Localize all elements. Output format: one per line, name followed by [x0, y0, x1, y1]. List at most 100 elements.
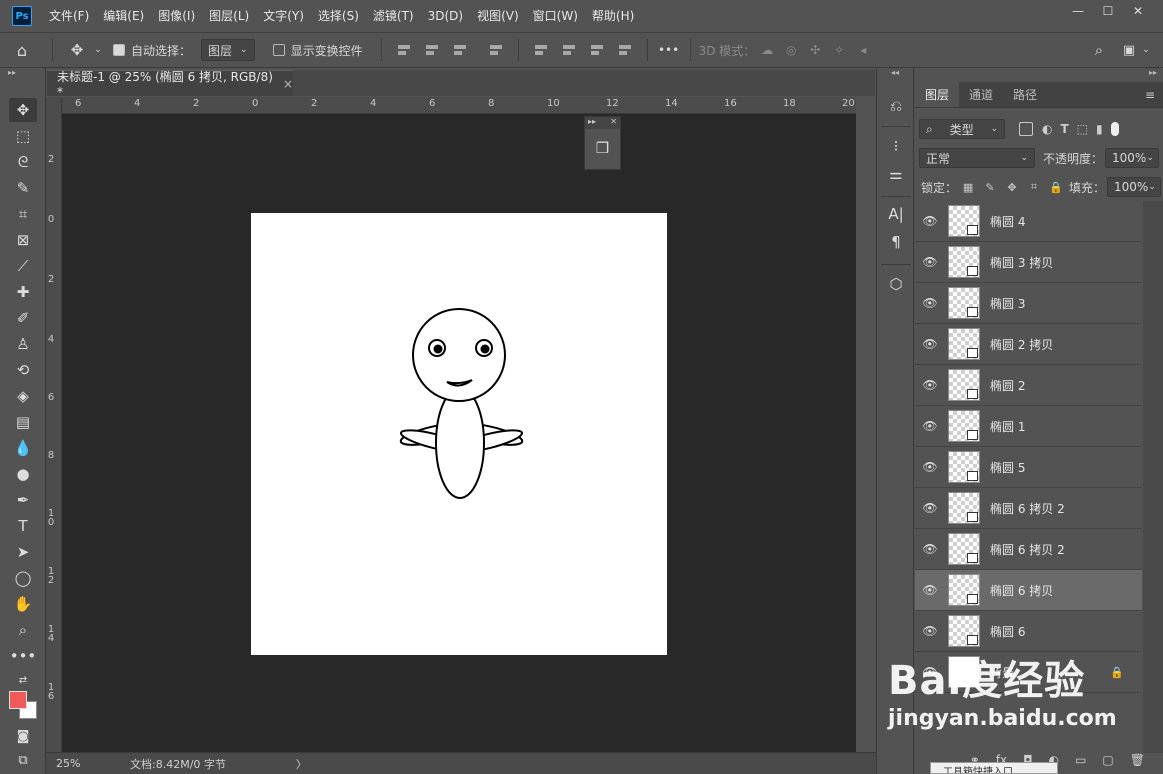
3d-pan-icon[interactable]: ✣: [803, 38, 827, 62]
filter-toggle-icon[interactable]: [1110, 122, 1119, 136]
smart-object-filter-icon[interactable]: ▮: [1096, 122, 1103, 136]
layer-name[interactable]: 椭圆 4: [990, 213, 1025, 230]
type-tool-icon[interactable]: T: [9, 514, 37, 538]
visibility-eye-icon[interactable]: 👁: [915, 255, 945, 269]
marquee-tool-icon[interactable]: ⬚: [9, 124, 37, 148]
document-tab[interactable]: 未标题-1 @ 25% (椭圆 6 拷贝, RGB/8) * ×: [47, 70, 293, 99]
layer-row[interactable]: 👁 椭圆 6 拷贝 2: [915, 488, 1142, 529]
visibility-eye-icon[interactable]: 👁: [915, 337, 945, 351]
auto-select-dropdown[interactable]: 图层 ⌄: [201, 39, 255, 61]
chevron-down-icon[interactable]: ⌄: [93, 38, 103, 62]
menu-view[interactable]: 视图(V): [470, 0, 526, 32]
path-select-tool-icon[interactable]: ➤: [9, 540, 37, 564]
shape-filter-icon[interactable]: ⬚: [1077, 122, 1088, 136]
crop-tool-icon[interactable]: ⌗: [9, 202, 37, 226]
3d-panel-icon[interactable]: ⬡: [883, 272, 909, 296]
menu-filter[interactable]: 滤镜(T): [366, 0, 421, 32]
layer-row[interactable]: 👁 椭圆 4: [915, 201, 1142, 242]
lock-all-icon[interactable]: 🔒: [1049, 180, 1063, 194]
layer-thumbnail[interactable]: [948, 205, 980, 237]
type-filter-icon[interactable]: T: [1060, 122, 1068, 136]
lock-pixels-icon[interactable]: ✎: [983, 180, 997, 194]
adjustment-filter-icon[interactable]: ◐: [1042, 122, 1052, 136]
edit-toolbar-icon[interactable]: •••: [9, 644, 37, 668]
adjustments-icon[interactable]: ⚌: [883, 162, 909, 186]
fill-input[interactable]: 100% ⌄: [1107, 177, 1162, 197]
dodge-tool-icon[interactable]: ●: [9, 462, 37, 486]
layer-name[interactable]: 椭圆 6: [990, 623, 1025, 640]
layer-name[interactable]: 椭圆 6 拷贝: [990, 582, 1053, 599]
menu-edit[interactable]: 编辑(E): [96, 0, 151, 32]
blend-mode-dropdown[interactable]: 正常 ⌄: [919, 148, 1035, 168]
minimize-button[interactable]: —: [1063, 0, 1093, 22]
visibility-eye-icon[interactable]: 👁: [915, 378, 945, 392]
horizontal-ruler[interactable]: 6 4 2 0 2 4 6 8 10 12 14 16 18 20: [62, 97, 856, 114]
history-panel-icon[interactable]: ⎌: [883, 94, 909, 118]
layer-row[interactable]: 👁 椭圆 1: [915, 406, 1142, 447]
paragraph-panel-icon[interactable]: ¶: [883, 230, 909, 254]
distribute-vertical-icon[interactable]: [617, 42, 633, 58]
foreground-color-swatch[interactable]: [9, 691, 27, 709]
layer-thumbnail[interactable]: [948, 369, 980, 401]
layer-thumbnail[interactable]: [948, 574, 980, 606]
healing-brush-tool-icon[interactable]: ✚: [9, 280, 37, 304]
layer-thumbnail[interactable]: [948, 615, 980, 647]
opacity-input[interactable]: 100% ⌄: [1105, 148, 1160, 168]
eyedropper-tool-icon[interactable]: ⟋: [9, 254, 37, 278]
lock-transparency-icon[interactable]: ▦: [961, 180, 975, 194]
align-bottom-icon[interactable]: [589, 42, 605, 58]
tab-channels[interactable]: 通道: [959, 82, 1003, 107]
zoom-level[interactable]: 25%: [56, 757, 100, 770]
visibility-eye-icon[interactable]: 👁: [915, 624, 945, 638]
layer-name[interactable]: 椭圆 5: [990, 459, 1025, 476]
layer-thumbnail[interactable]: [948, 451, 980, 483]
layer-name[interactable]: 椭圆 1: [990, 418, 1025, 435]
workspace-icon[interactable]: ▣: [1118, 38, 1140, 62]
align-top-icon[interactable]: [533, 42, 549, 58]
home-icon[interactable]: ⌂: [0, 38, 44, 62]
layer-row[interactable]: 👁 椭圆 6 拷贝 2: [915, 529, 1142, 570]
zoom-tool-icon[interactable]: ⌕: [9, 618, 37, 642]
maximize-button[interactable]: ☐: [1093, 0, 1123, 22]
layer-thumbnail[interactable]: [948, 533, 980, 565]
visibility-eye-icon[interactable]: 👁: [915, 501, 945, 515]
pixel-filter-icon[interactable]: [1019, 122, 1033, 136]
chevron-down-icon[interactable]: ⌄: [1140, 38, 1152, 62]
menu-image[interactable]: 图像(I): [151, 0, 202, 32]
layer-row[interactable]: 👁 椭圆 6 拷贝: [915, 570, 1142, 611]
visibility-eye-icon[interactable]: 👁: [915, 419, 945, 433]
tab-paths[interactable]: 路径: [1003, 82, 1047, 107]
filter-kind-dropdown[interactable]: ⌕ 类型 ⌄: [919, 119, 1005, 139]
collapse-arrows-icon[interactable]: ◂◂: [877, 68, 913, 82]
layer-row[interactable]: 👁 椭圆 3 拷贝: [915, 242, 1142, 283]
layer-thumbnail[interactable]: [948, 287, 980, 319]
pen-tool-icon[interactable]: ✒: [9, 488, 37, 512]
move-tool-icon[interactable]: ✥: [61, 38, 93, 62]
visibility-eye-icon[interactable]: 👁: [915, 460, 945, 474]
distribute-icon[interactable]: [488, 42, 504, 58]
layer-thumbnail[interactable]: [948, 246, 980, 278]
delete-layer-icon[interactable]: 🗑: [1130, 753, 1145, 767]
menu-select[interactable]: 选择(S): [311, 0, 366, 32]
panel-menu-icon[interactable]: ≡: [1145, 82, 1155, 108]
visibility-eye-icon[interactable]: 👁: [915, 214, 945, 228]
eraser-tool-icon[interactable]: ◈: [9, 384, 37, 408]
layer-row[interactable]: 👁 椭圆 2: [915, 365, 1142, 406]
align-center-icon[interactable]: [424, 42, 440, 58]
frame-tool-icon[interactable]: ⊠: [9, 228, 37, 252]
collapse-arrows-icon[interactable]: ▸▸: [0, 68, 45, 82]
3d-camera-icon[interactable]: ◂: [851, 38, 875, 62]
visibility-eye-icon[interactable]: 👁: [915, 542, 945, 556]
close-icon[interactable]: ✕: [610, 117, 617, 129]
layer-thumbnail[interactable]: [948, 410, 980, 442]
canvas-pasteboard[interactable]: [62, 114, 856, 752]
gradient-tool-icon[interactable]: ▤: [9, 410, 37, 434]
search-icon[interactable]: ⌕: [1088, 38, 1110, 62]
3d-orbit-icon[interactable]: ☁: [755, 38, 779, 62]
move-tool-icon[interactable]: ✥: [9, 98, 37, 122]
3d-roll-icon[interactable]: ◎: [779, 38, 803, 62]
align-left-icon[interactable]: [396, 42, 412, 58]
menu-type[interactable]: 文字(Y): [256, 0, 311, 32]
menu-window[interactable]: 窗口(W): [526, 0, 585, 32]
swap-colors-icon[interactable]: ⇄: [9, 668, 37, 692]
